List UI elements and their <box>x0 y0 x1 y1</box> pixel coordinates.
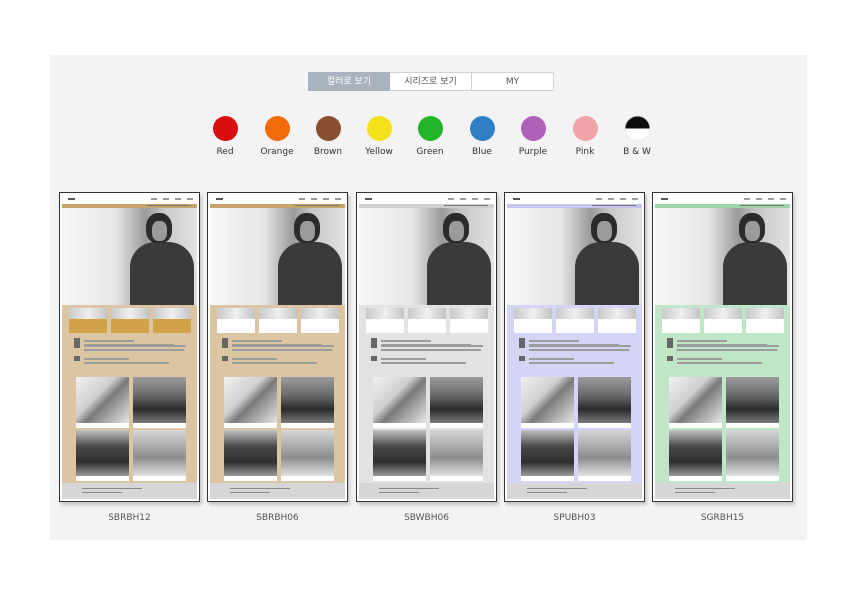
preview-header <box>507 195 642 204</box>
preview-header <box>210 195 345 204</box>
preview-photo <box>669 430 722 476</box>
tab-my[interactable]: MY <box>472 72 554 91</box>
preview-photo <box>133 430 186 476</box>
preview-header <box>359 195 494 204</box>
preview-photo <box>430 430 483 476</box>
preview-footer <box>507 483 642 499</box>
color-green[interactable]: Green <box>408 116 452 157</box>
color-brown[interactable]: Brown <box>306 116 350 157</box>
template-code: SBRBH12 <box>108 513 151 523</box>
preview-photo <box>133 377 186 423</box>
green-swatch-icon <box>417 116 443 141</box>
preview-photo <box>430 377 483 423</box>
color-label: Purple <box>518 147 548 157</box>
preview-header <box>62 195 197 204</box>
preview-footer <box>62 483 197 499</box>
brown-swatch-icon <box>315 116 341 141</box>
color-purple[interactable]: Purple <box>511 116 555 157</box>
preview-photo <box>281 430 334 476</box>
orange-swatch-icon <box>264 116 290 141</box>
template-code: SBRBH06 <box>256 513 299 523</box>
view-tabs: 컬러로 보기 시리즈로 보기 MY <box>308 72 554 91</box>
preview-hero-image <box>62 208 197 305</box>
color-label: Orange <box>260 147 294 157</box>
blue-swatch-icon <box>469 116 495 141</box>
color-label: Green <box>416 147 444 157</box>
color-filter: Red Orange Brown Yellow Green Blue Purpl… <box>203 116 663 161</box>
color-label: B & W <box>623 147 651 157</box>
preview-photo <box>224 377 277 423</box>
preview-photo <box>224 430 277 476</box>
preview-footer <box>210 483 345 499</box>
template-card[interactable] <box>504 192 645 502</box>
template-card[interactable] <box>207 192 348 502</box>
template-code: SPUBH03 <box>553 513 596 523</box>
purple-swatch-icon <box>520 116 546 141</box>
preview-hero-image <box>359 208 494 305</box>
preview-photo <box>669 377 722 423</box>
preview-photo <box>726 430 779 476</box>
preview-categories <box>514 308 636 333</box>
preview-photo <box>726 377 779 423</box>
preview-photo <box>373 377 426 423</box>
preview-photo <box>578 430 631 476</box>
tab-by-series[interactable]: 시리즈로 보기 <box>390 72 472 91</box>
color-pink[interactable]: Pink <box>563 116 607 157</box>
preview-footer <box>655 483 790 499</box>
preview-categories <box>69 308 191 333</box>
red-swatch-icon <box>212 116 238 141</box>
preview-photo <box>578 377 631 423</box>
preview-categories <box>366 308 488 333</box>
template-card[interactable] <box>652 192 793 502</box>
color-bw[interactable]: B & W <box>615 116 659 157</box>
color-red[interactable]: Red <box>203 116 247 157</box>
preview-categories <box>217 308 339 333</box>
preview-header <box>655 195 790 204</box>
template-card[interactable] <box>356 192 497 502</box>
template-code: SGRBH15 <box>700 513 745 523</box>
preview-photo <box>76 430 129 476</box>
preview-photo <box>281 377 334 423</box>
template-code: SBWBH06 <box>404 513 449 523</box>
preview-footer <box>359 483 494 499</box>
color-label: Red <box>216 147 234 157</box>
color-label: Blue <box>472 147 492 157</box>
preview-hero-image <box>210 208 345 305</box>
preview-photo <box>521 377 574 423</box>
template-card[interactable] <box>59 192 200 502</box>
black-white-swatch-icon <box>624 116 650 141</box>
preview-photo <box>76 377 129 423</box>
color-label: Pink <box>575 147 595 157</box>
color-yellow[interactable]: Yellow <box>357 116 401 157</box>
preview-photo <box>521 430 574 476</box>
tab-by-color[interactable]: 컬러로 보기 <box>308 72 390 91</box>
preview-categories <box>662 308 784 333</box>
color-blue[interactable]: Blue <box>460 116 504 157</box>
color-label: Brown <box>313 147 343 157</box>
yellow-swatch-icon <box>366 116 392 141</box>
color-label: Yellow <box>365 147 393 157</box>
pink-swatch-icon <box>572 116 598 141</box>
preview-hero-image <box>655 208 790 305</box>
preview-hero-image <box>507 208 642 305</box>
color-orange[interactable]: Orange <box>255 116 299 157</box>
preview-photo <box>373 430 426 476</box>
